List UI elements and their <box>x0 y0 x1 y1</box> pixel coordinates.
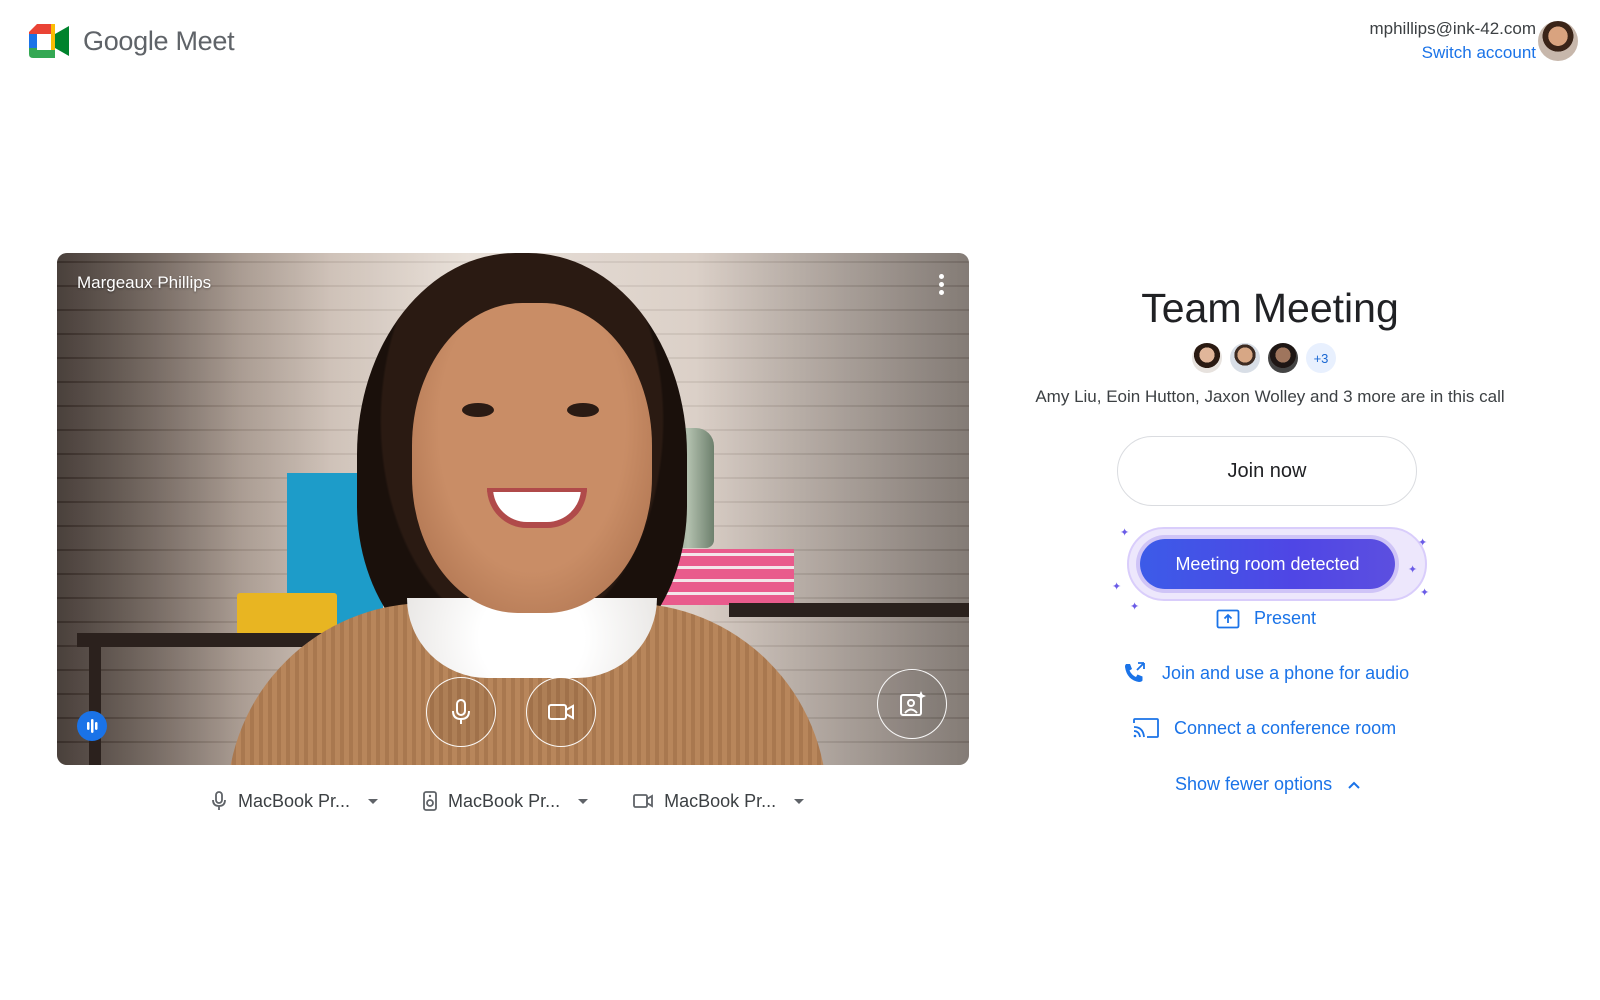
meet-logo-icon <box>29 24 69 58</box>
microphone-icon <box>452 699 470 724</box>
speaker-selector[interactable]: MacBook Pr... <box>422 790 589 812</box>
person-face <box>412 303 652 613</box>
account-avatar[interactable] <box>1538 21 1578 61</box>
account-email: mphillips@ink-42.com <box>1369 19 1536 38</box>
app-name: Google Meet <box>83 25 235 56</box>
sparkle-icon: ✦ <box>1420 587 1430 599</box>
meet-lobby: Google Meet mphillips@ink-42.com Switch … <box>0 0 1600 1000</box>
microphone-selector[interactable]: MacBook Pr... <box>210 790 379 812</box>
sparkle-icon: ✦ <box>1112 581 1122 593</box>
background-shelf-leg <box>89 647 101 765</box>
microphone-icon <box>212 791 226 810</box>
meeting-room-detected-button[interactable]: Meeting room detected <box>1140 539 1395 589</box>
sparkle-icon: ✦ <box>1130 601 1140 613</box>
audio-level-icon <box>77 711 107 741</box>
participant-avatar <box>1192 343 1222 373</box>
join-now-button[interactable]: Join now <box>1117 436 1417 506</box>
microphone-device-label: MacBook Pr... <box>238 790 351 811</box>
google-meet-logo[interactable]: Google Meet <box>29 24 235 58</box>
phone-icon <box>1125 662 1145 682</box>
present-label: Present <box>1254 608 1317 628</box>
present-button[interactable]: Present <box>1216 608 1316 629</box>
chevron-up-icon <box>1348 781 1360 789</box>
participant-avatar <box>1230 343 1260 373</box>
participant-avatars: +3 <box>1192 343 1336 373</box>
show-fewer-options-button[interactable]: Show fewer options <box>1175 774 1360 795</box>
sparkle-icon: ✦ <box>1120 527 1130 539</box>
chevron-down-icon <box>368 798 379 804</box>
in-call-text: Amy Liu, Eoin Hutton, Jaxon Wolley and 3… <box>1035 387 1505 406</box>
show-fewer-options-label: Show fewer options <box>1175 774 1333 794</box>
more-participants-badge: +3 <box>1306 343 1336 373</box>
chevron-down-icon <box>578 798 589 804</box>
cast-icon <box>1133 718 1159 738</box>
phone-audio-button[interactable]: Join and use a phone for audio <box>1122 661 1409 685</box>
microphone-toggle-button[interactable] <box>426 677 496 747</box>
visual-effects-button[interactable] <box>877 669 947 739</box>
device-selectors: MacBook Pr... MacBook Pr... MacBook Pr..… <box>210 790 805 812</box>
camera-device-label: MacBook Pr... <box>664 790 777 811</box>
preview-participant-name: Margeaux Phillips <box>77 273 212 292</box>
more-options-icon[interactable] <box>929 271 953 299</box>
sparkle-icon: ✦ <box>1418 537 1428 549</box>
background-shelf-right <box>729 603 969 617</box>
meeting-title: Team Meeting <box>1141 285 1399 331</box>
chevron-down-icon <box>794 798 805 804</box>
conference-room-label: Connect a conference room <box>1174 717 1397 738</box>
present-screen-icon <box>1216 609 1240 628</box>
account-info: mphillips@ink-42.com Switch account <box>1369 18 1536 66</box>
background-box <box>237 593 337 635</box>
self-video-preview: Margeaux Phillips <box>57 253 969 765</box>
camera-icon <box>548 704 574 720</box>
conference-room-button[interactable]: Connect a conference room <box>1132 717 1396 739</box>
person-eye <box>567 403 599 417</box>
person-eye <box>462 403 494 417</box>
speaker-icon <box>423 791 437 811</box>
phone-audio-label: Join and use a phone for audio <box>1162 662 1410 683</box>
camera-selector[interactable]: MacBook Pr... <box>632 790 805 812</box>
speaker-device-label: MacBook Pr... <box>448 790 561 811</box>
participant-avatar <box>1268 343 1298 373</box>
switch-account-link[interactable]: Switch account <box>1369 40 1536 66</box>
camera-toggle-button[interactable] <box>526 677 596 747</box>
sparkle-icon: ✦ <box>1408 564 1418 576</box>
camera-icon <box>633 794 653 808</box>
visual-effects-icon <box>900 691 926 716</box>
